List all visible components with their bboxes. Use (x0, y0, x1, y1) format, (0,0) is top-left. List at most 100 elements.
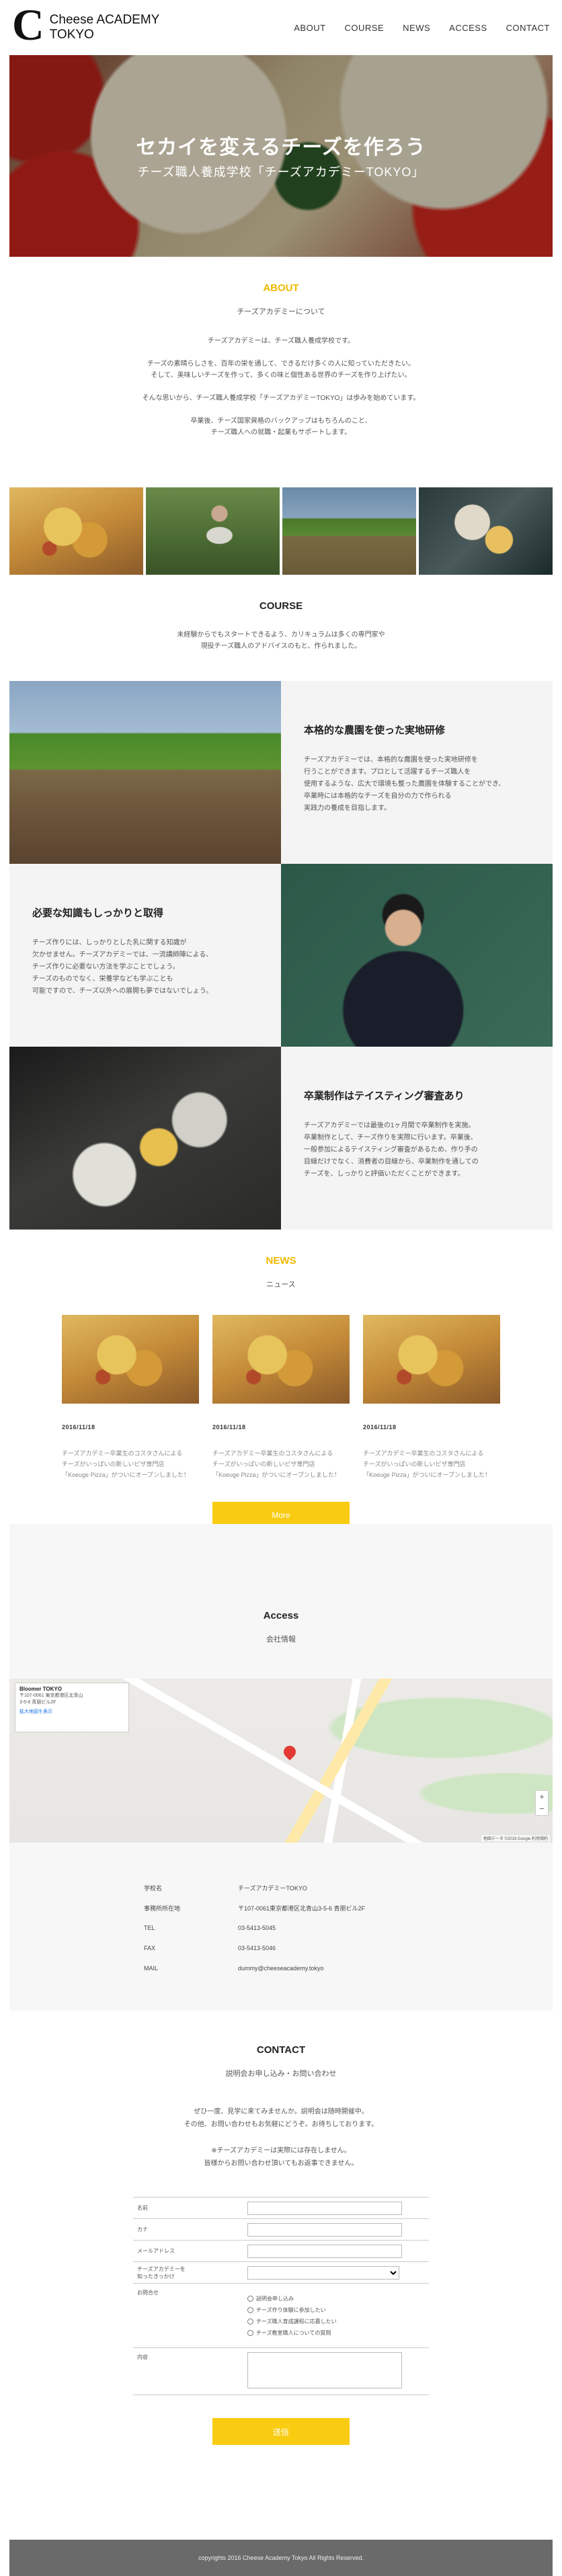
info-key: TEL (144, 1925, 155, 1931)
purpose-radio[interactable] (247, 2295, 253, 2302)
form-row-name: 名前 (133, 2198, 429, 2219)
news-section: NEWS ニュース 2016/11/18 チーズアカデミー卒業生のコスタさんによ… (0, 1230, 562, 1529)
map-pin-icon[interactable] (281, 1743, 298, 1761)
zoom-out-button[interactable]: − (536, 1803, 548, 1815)
nav-about[interactable]: ABOUT (294, 23, 325, 33)
purpose-option[interactable]: チーズ職人育成課程に応募したい (247, 2316, 422, 2327)
about-p4-line1: 卒業後、チーズ国家資格のバックアップはもちろんのこと、 (190, 417, 372, 425)
course-intro-line1: 未経験からでもスタートできるよう、カリキュラムは多くの専門家や (177, 631, 385, 639)
news-subtitle: ニュース (266, 1281, 296, 1289)
news-line: チーズアカデミー卒業生のコスタさんによる (212, 1450, 333, 1457)
purpose-option[interactable]: チーズ作り体験に参加したい (247, 2304, 422, 2316)
name-label: 名前 (137, 2205, 148, 2211)
photo-pizza (9, 487, 143, 575)
purpose-option-label: チーズ作り体験に参加したい (256, 2306, 326, 2313)
nav-course[interactable]: COURSE (345, 23, 385, 33)
news-line: チーズがいっぱいの新しいピザ専門店 (212, 1461, 315, 1467)
course-line: 卒業制作として、チーズ作りを実際に行います。卒業後、 (304, 1134, 477, 1141)
logo-line1: Cheese ACADEMY (49, 13, 160, 27)
contact-p2: ※チーズアカデミーは実際には存在しません。 皆様からお問い合わせ頂いてもお返事でき… (0, 2144, 562, 2170)
course-item-title: 卒業制作はテイスティング審査あり (304, 1090, 465, 1102)
info-value: チーズアカデミーTOKYO (238, 1884, 307, 1892)
purpose-options: 説明会申し込み チーズ作り体験に参加したい チーズ職人育成課程に応募したい チー… (241, 2290, 429, 2341)
news-line: チーズアカデミー卒業生のコスタさんによる (62, 1450, 183, 1457)
info-table: 学校名 チーズアカデミーTOKYO 事務所所在地 〒107-0061東京都港区北青山… (144, 1878, 365, 1978)
nav-contact[interactable]: CONTACT (506, 23, 550, 33)
contact-line: ※チーズアカデミーは実際には存在しません。 (211, 2147, 351, 2155)
news-card[interactable]: 2016/11/18 チーズアカデミー卒業生のコスタさんによる チーズがいっぱいの… (363, 1315, 500, 1480)
course-item-1: 本格的な農園を使った実地研修 チーズアカデミーでは、本格的な農園を使った実地研修… (9, 681, 553, 864)
course-line: 可能ですので、チーズ以外への展開も夢ではないでしょう。 (32, 988, 213, 995)
purpose-option[interactable]: 説明会申し込み (247, 2293, 422, 2304)
access-title: Access (263, 1610, 299, 1621)
news-card[interactable]: 2016/11/18 チーズアカデミー卒業生のコスタさんによる チーズがいっぱいの… (212, 1315, 350, 1480)
info-row: MAIL dummy@cheeseacademy.tokyo (144, 1958, 365, 1978)
map-card-address1: 〒107-0061 東京都港区北青山 (19, 1693, 83, 1698)
course-text-3: 卒業制作はテイスティング審査あり チーズアカデミーでは最後の1ヶ月間で卒業制作を… (281, 1047, 553, 1230)
news-line: チーズがいっぱいの新しいピザ専門店 (62, 1461, 165, 1467)
about-p4-line2: チーズ職人への就職・起業もサポートします。 (210, 429, 352, 436)
photo-farmer (146, 487, 280, 575)
photo-tasting (419, 487, 553, 575)
purpose-radio[interactable] (247, 2318, 253, 2325)
photo-strip (9, 487, 553, 575)
news-title: NEWS (266, 1255, 296, 1266)
company-info: 学校名 チーズアカデミーTOKYO 事務所所在地 〒107-0061東京都港区北青山… (9, 1843, 553, 2011)
course-line: チーズのものでなく、栄養学なども学ぶことも (32, 975, 173, 983)
course-line: 実践力の養成を目指します。 (304, 805, 391, 812)
map-enlarge-link[interactable]: 拡大地図を表示 (19, 1709, 124, 1716)
info-row: FAX 03-5413-5046 (144, 1938, 365, 1958)
contact-line: 皆様からお問い合わせ頂いてもお返事できません。 (204, 2160, 358, 2167)
course-section: COURSE 未経験からでもスタートできるよう、カリキュラムは多くの専門家や 現… (0, 575, 562, 681)
form-row-purpose: お問合せ 説明会申し込み チーズ作り体験に参加したい チーズ職人育成課程に応募し… (133, 2284, 429, 2348)
info-key: 事務所所在地 (144, 1904, 181, 1912)
message-field[interactable] (247, 2352, 402, 2388)
name-field[interactable] (247, 2201, 402, 2215)
submit-button[interactable]: 送信 (212, 2418, 350, 2445)
about-title: ABOUT (263, 282, 299, 294)
news-date: 2016/11/18 (212, 1424, 246, 1431)
course-intro: 未経験からでもスタートできるよう、カリキュラムは多くの専門家や 現役チーズ職人の… (0, 629, 562, 652)
info-row: 学校名 チーズアカデミーTOKYO (144, 1878, 365, 1898)
news-image[interactable] (363, 1315, 500, 1404)
course-line: チーズアカデミーでは、本格的な農園を使った実地研修を (304, 756, 478, 764)
course-line: 一般参加によるテイスティング審査があるため、作り手の (304, 1146, 478, 1154)
hero-banner: セカイを変えるチーズを作ろう チーズ職人養成学校「チーズアカデミーTOKYO」 (9, 55, 553, 257)
info-key: FAX (144, 1945, 156, 1951)
news-image[interactable] (212, 1315, 350, 1404)
news-card[interactable]: 2016/11/18 チーズアカデミー卒業生のコスタさんによる チーズがいっぱいの… (62, 1315, 199, 1480)
logo-line2: TOKYO (49, 28, 94, 42)
zoom-in-button[interactable]: + (536, 1791, 548, 1803)
purpose-radio[interactable] (247, 2306, 253, 2313)
site-header: C Cheese ACADEMY TOKYO ABOUT COURSE NEWS… (0, 0, 562, 55)
purpose-option[interactable]: チーズ教室職人についての質問 (247, 2327, 422, 2339)
map-card-address2: 3-5-6 青朋ビル2F (19, 1700, 56, 1705)
email-field[interactable] (247, 2244, 402, 2258)
map-info-card: Bloomer TOKYO 〒107-0061 東京都港区北青山 3-5-6 青… (15, 1683, 129, 1732)
news-image[interactable] (62, 1315, 199, 1404)
contact-section: CONTACT 説明会お申し込み・お問い合わせ ぜひ一度、見学に来てみませんか。… (0, 2011, 562, 2540)
how-select[interactable] (247, 2265, 399, 2280)
about-p2-line1: チーズの素晴らしさを、百年の栄を通して、できるだけ多くの人に知っていただきたい。 (147, 360, 415, 368)
course-intro-line2: 現役チーズ職人のアドバイスのもと、作られました。 (200, 643, 362, 650)
purpose-option-label: チーズ職人育成課程に応募したい (256, 2318, 337, 2325)
access-subtitle: 会社情報 (266, 1636, 296, 1644)
site-footer: copyrights 2016 Cheese Academy Tokyo All… (9, 2540, 553, 2576)
logo[interactable]: C Cheese ACADEMY TOKYO (12, 3, 160, 48)
purpose-radio[interactable] (247, 2329, 253, 2336)
course-title: COURSE (259, 600, 303, 612)
about-subtitle: チーズアカデミーについて (237, 308, 325, 316)
course-image-teacher (281, 864, 553, 1047)
nav-news[interactable]: NEWS (403, 23, 430, 33)
how-label: チーズアカデミーを 知ったきっかけ (133, 2265, 241, 2280)
nav-access[interactable]: ACCESS (449, 23, 487, 33)
course-item-title: 本格的な農園を使った実地研修 (304, 725, 446, 736)
map-copyright: 地図データ ©2019 Google 利用規約 (481, 1835, 550, 1841)
contact-line: ぜひ一度、見学に来てみませんか。説明会は随時開催中。 (194, 2108, 368, 2116)
info-value: dummy@cheeseacademy.tokyo (238, 1965, 324, 1972)
google-map[interactable]: Bloomer TOKYO 〒107-0061 東京都港区北青山 3-5-6 青… (9, 1679, 553, 1843)
course-line: チーズアカデミーでは最後の1ヶ月間で卒業制作を実施。 (304, 1122, 475, 1129)
purpose-label: お問合せ (137, 2290, 159, 2296)
course-line: 行うことができます。プロとして活躍するチーズ職人を (304, 768, 471, 776)
kana-field[interactable] (247, 2222, 402, 2237)
